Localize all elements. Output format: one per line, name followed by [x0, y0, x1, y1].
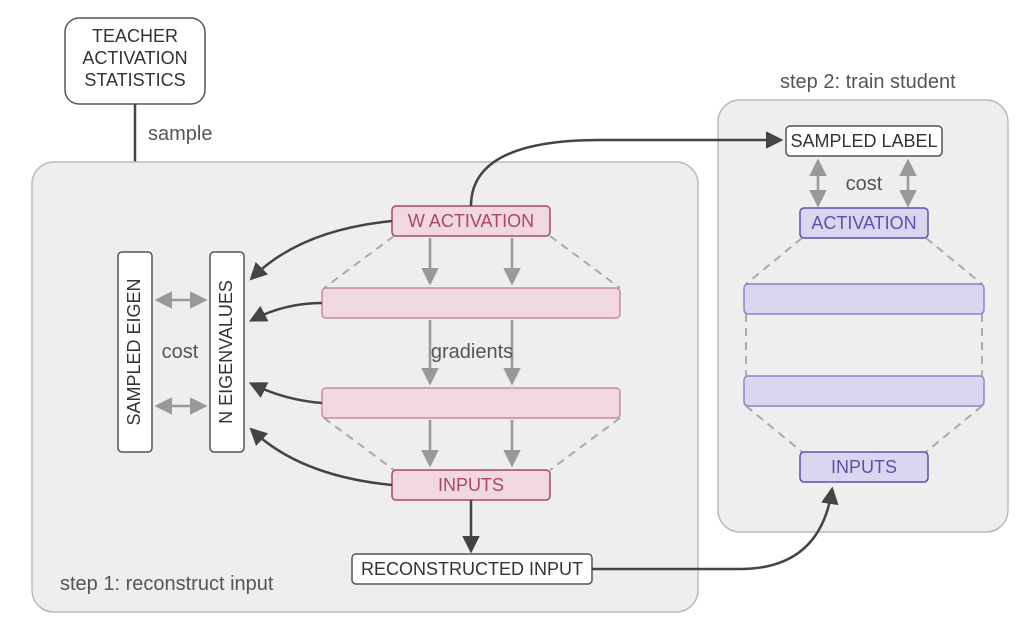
- teacher-layer-2: [322, 388, 620, 418]
- teacher-layer-1: [322, 288, 620, 318]
- student-activation-label: ACTIVATION: [811, 213, 916, 233]
- n-eigen-box: N EIGENVALUES: [210, 252, 244, 452]
- w-activation-label: W ACTIVATION: [408, 211, 534, 231]
- gradients-label: gradients: [431, 341, 513, 363]
- sample-label: sample: [148, 123, 212, 145]
- sampled-eigen-label: SAMPLED EIGEN: [124, 278, 144, 425]
- sampled-label-box: SAMPLED LABEL: [786, 126, 942, 156]
- teacher-inputs-box: INPUTS: [392, 470, 550, 500]
- student-layer-2: [744, 376, 984, 406]
- sampled-label-text: SAMPLED LABEL: [790, 131, 937, 151]
- student-activation-box: ACTIVATION: [800, 208, 928, 238]
- student-layer-1: [744, 284, 984, 314]
- step2-cost-label: cost: [846, 173, 883, 195]
- sampled-eigen-box: SAMPLED EIGEN: [118, 252, 152, 452]
- student-inputs-box: INPUTS: [800, 452, 928, 482]
- reconstructed-input-label: RECONSTRUCTED INPUT: [361, 559, 583, 579]
- teacher-stats-line1: TEACHER: [92, 26, 178, 46]
- student-inputs-label: INPUTS: [831, 457, 897, 477]
- teacher-stats-box: TEACHER ACTIVATION STATISTICS: [65, 18, 205, 104]
- teacher-inputs-label: INPUTS: [438, 475, 504, 495]
- step1-cost-label: cost: [162, 341, 199, 363]
- w-activation-box: W ACTIVATION: [392, 206, 550, 236]
- reconstructed-input-box: RECONSTRUCTED INPUT: [352, 554, 592, 584]
- teacher-stats-line3: STATISTICS: [84, 70, 185, 90]
- teacher-stats-line2: ACTIVATION: [82, 48, 187, 68]
- n-eigen-label: N EIGENVALUES: [216, 280, 236, 424]
- step1-title: step 1: reconstruct input: [60, 573, 274, 595]
- step2-title: step 2: train student: [780, 71, 956, 93]
